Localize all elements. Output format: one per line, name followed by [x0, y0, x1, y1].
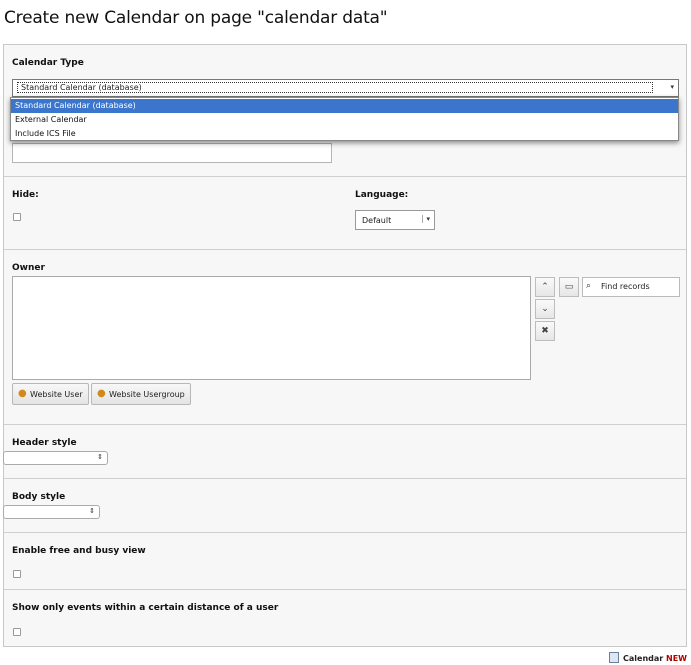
calendar-type-selected: Standard Calendar (database): [17, 82, 653, 93]
search-icon: ⌕: [586, 281, 592, 291]
owner-records-box[interactable]: [12, 276, 531, 380]
calendar-type-option[interactable]: Standard Calendar (database): [11, 99, 678, 113]
usergroup-icon: ●: [97, 388, 106, 399]
distance-label: Show only events within a certain distan…: [12, 603, 279, 613]
calendar-icon: [609, 652, 620, 663]
chevron-down-icon: ▾: [422, 215, 430, 223]
title-input[interactable]: [12, 143, 332, 163]
free-busy-checkbox[interactable]: [13, 570, 21, 578]
website-usergroup-button[interactable]: ● Website Usergroup: [91, 383, 191, 405]
hide-checkbox[interactable]: [13, 213, 21, 221]
delete-icon: ✖: [541, 326, 549, 336]
user-icon: ●: [18, 388, 27, 399]
header-style-label: Header style: [12, 438, 77, 448]
body-style-label: Body style: [12, 492, 66, 502]
chevron-down-icon: ⌄: [541, 304, 549, 314]
chevron-down-icon: ▾: [670, 83, 674, 91]
chevron-updown-icon: ⇕: [89, 507, 95, 515]
hide-label: Hide:: [12, 190, 39, 200]
calendar-type-option[interactable]: Include ICS File: [11, 127, 678, 141]
chevron-up-icon: ⌃: [541, 282, 549, 292]
language-label: Language:: [355, 190, 409, 200]
page-title: Create new Calendar on page "calendar da…: [4, 8, 388, 28]
header-style-section: Header style ⇕: [3, 425, 686, 479]
folder-icon: ▭: [564, 282, 574, 292]
record-type-footer: Calendar NEW: [609, 652, 687, 663]
find-records-field[interactable]: ⌕ Find records: [582, 277, 680, 297]
language-selected: Default: [362, 216, 392, 225]
remove-button[interactable]: ✖: [535, 321, 555, 341]
header-style-select[interactable]: ⇕: [3, 451, 108, 465]
language-select[interactable]: Default ▾: [355, 210, 435, 230]
body-style-select[interactable]: ⇕: [3, 505, 100, 519]
body-style-section: Body style ⇕: [3, 479, 686, 533]
move-down-button[interactable]: ⌄: [535, 299, 555, 319]
distance-checkbox[interactable]: [13, 628, 21, 636]
calendar-type-label: Calendar Type: [12, 58, 84, 68]
hide-language-section: Hide: Language: Default ▾: [4, 177, 686, 250]
website-user-button[interactable]: ● Website User: [12, 383, 89, 405]
calendar-type-option[interactable]: External Calendar: [11, 113, 678, 127]
browse-button[interactable]: ▭: [559, 277, 579, 297]
free-busy-section: Enable free and busy view: [4, 533, 686, 590]
website-user-label: Website User: [30, 390, 83, 399]
owner-section: Owner ⌃ ⌄ ✖ ▭ ⌕ Find records ● Website U…: [4, 250, 686, 425]
chevron-updown-icon: ⇕: [97, 453, 103, 461]
distance-section: Show only events within a certain distan…: [4, 590, 686, 646]
owner-label: Owner: [12, 263, 45, 273]
calendar-type-select[interactable]: Standard Calendar (database) ▾: [12, 79, 679, 97]
calendar-type-dropdown: Standard Calendar (database) External Ca…: [10, 97, 679, 141]
website-usergroup-label: Website Usergroup: [109, 390, 185, 399]
footer-label: Calendar: [623, 654, 664, 663]
find-records-placeholder: Find records: [601, 282, 650, 291]
free-busy-label: Enable free and busy view: [12, 546, 146, 556]
new-badge: NEW: [666, 654, 687, 663]
move-up-button[interactable]: ⌃: [535, 277, 555, 297]
